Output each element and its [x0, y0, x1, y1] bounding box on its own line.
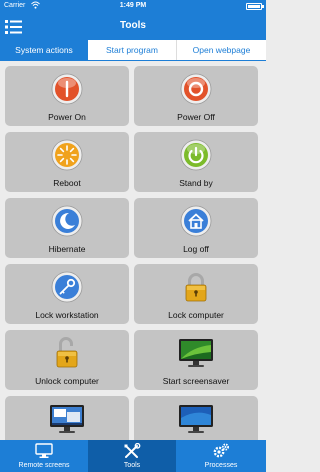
- monitor-icon: [179, 403, 213, 435]
- action-label: Reboot: [53, 178, 81, 188]
- screensaver-icon: [179, 337, 213, 369]
- log-off-button[interactable]: Log off: [134, 198, 258, 258]
- nav-bar: Tools: [0, 14, 266, 40]
- standby-button[interactable]: Stand by: [134, 132, 258, 192]
- action-label: Power Off: [177, 112, 215, 122]
- unlock-computer-button[interactable]: Unlock computer: [5, 330, 129, 390]
- action-label: Lock computer: [168, 310, 224, 320]
- action-label: Hibernate: [48, 244, 86, 254]
- power-on-button[interactable]: Power On: [5, 66, 129, 126]
- action-label: Lock workstation: [35, 310, 99, 320]
- hibernate-button[interactable]: Hibernate: [5, 198, 129, 258]
- monitor-action-button[interactable]: [134, 396, 258, 440]
- gears-icon: [212, 443, 230, 459]
- bottom-tab-label: Remote screens: [18, 462, 70, 469]
- tab-system-actions[interactable]: System actions: [0, 40, 88, 60]
- lock-computer-button[interactable]: Lock computer: [134, 264, 258, 324]
- bottom-tab-remote-screens[interactable]: Remote screens: [0, 440, 88, 472]
- bottom-tab-bar: Remote screens Tools Processes: [0, 440, 266, 472]
- power-on-icon: [51, 73, 83, 105]
- hibernate-icon: [51, 205, 83, 237]
- bottom-tab-label: Tools: [123, 462, 141, 469]
- standby-icon: [180, 139, 212, 171]
- action-label: Power On: [48, 112, 86, 122]
- tab-bar: System actions Start program Open webpag…: [0, 40, 266, 61]
- battery-icon: [246, 3, 264, 10]
- action-label: Start screensaver: [162, 376, 230, 386]
- bottom-tab-processes[interactable]: Processes: [177, 440, 265, 472]
- lock-workstation-icon: [51, 271, 83, 303]
- clock: 1:49 PM: [119, 2, 147, 9]
- monitor-icon: [35, 443, 53, 459]
- monitor-icon: [50, 403, 84, 435]
- action-label: Stand by: [179, 178, 213, 188]
- reboot-button[interactable]: Reboot: [5, 132, 129, 192]
- tools-icon: [123, 443, 141, 459]
- monitor-action-button[interactable]: [5, 396, 129, 440]
- unlock-computer-icon: [51, 337, 83, 369]
- action-label: Log off: [183, 244, 209, 254]
- start-screensaver-button[interactable]: Start screensaver: [134, 330, 258, 390]
- tab-start-program[interactable]: Start program: [88, 40, 177, 60]
- action-label: Unlock computer: [35, 376, 99, 386]
- page-title: Tools: [120, 20, 146, 31]
- power-off-icon: [180, 73, 212, 105]
- tab-open-webpage[interactable]: Open webpage: [177, 40, 266, 60]
- log-off-icon: [180, 205, 212, 237]
- reboot-icon: [51, 139, 83, 171]
- lock-computer-icon: [180, 271, 212, 303]
- bottom-tab-tools[interactable]: Tools: [88, 440, 176, 472]
- power-off-button[interactable]: Power Off: [134, 66, 258, 126]
- actions-grid: Power On Power Off Reboot Stand by Hiber…: [0, 61, 266, 440]
- status-bar: Carrier 1:49 PM: [0, 0, 266, 14]
- lock-workstation-button[interactable]: Lock workstation: [5, 264, 129, 324]
- bottom-tab-label: Processes: [204, 462, 238, 469]
